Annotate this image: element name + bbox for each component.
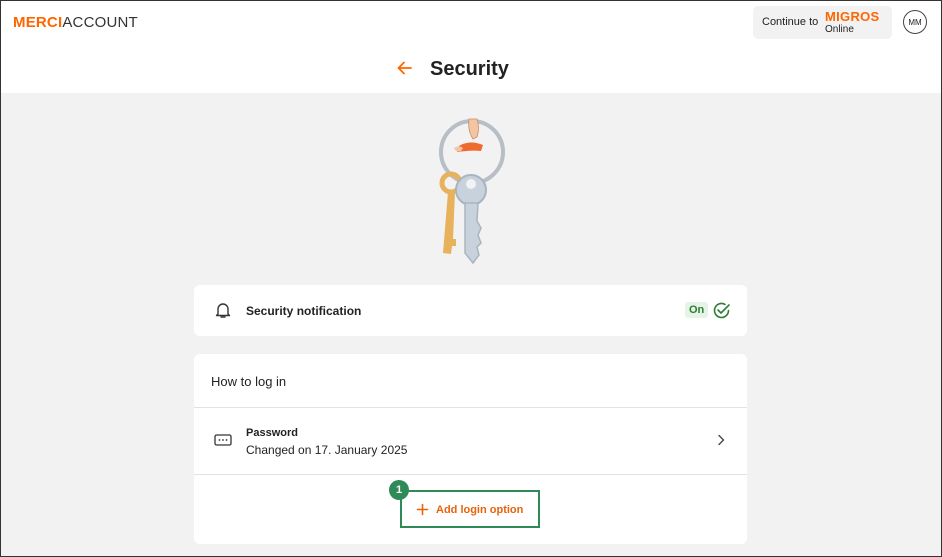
avatar[interactable]: MM — [903, 10, 927, 34]
status-badge: On — [685, 302, 709, 318]
add-login-option-label: Add login option — [436, 504, 524, 516]
chevron-right-icon — [718, 434, 725, 446]
password-label: Password — [246, 427, 298, 439]
top-bar: MERCIACCOUNT Continue to MIGROS Online M… — [1, 1, 941, 93]
check-circle-icon — [713, 302, 730, 319]
migros-logo: MIGROS — [825, 9, 880, 24]
password-field-icon — [214, 434, 232, 446]
continue-to-migros-button[interactable]: Continue to MIGROS Online — [753, 6, 892, 39]
divider — [194, 474, 747, 475]
migros-online-label: Online — [825, 24, 854, 35]
security-notification-label: Security notification — [246, 304, 362, 318]
add-login-option-button[interactable]: Add login option — [400, 490, 540, 528]
logo-primary: MERCI — [13, 14, 63, 31]
arrow-left-icon[interactable] — [396, 59, 414, 77]
continue-label: Continue to — [762, 16, 819, 28]
merci-account-logo[interactable]: MERCIACCOUNT — [13, 14, 138, 31]
password-changed-date: Changed on 17. January 2025 — [246, 443, 408, 457]
app-frame: MERCIACCOUNT Continue to MIGROS Online M… — [0, 0, 942, 557]
keys-illustration — [439, 118, 505, 265]
password-row[interactable]: Password Changed on 17. January 2025 — [194, 408, 747, 474]
logo-secondary: ACCOUNT — [62, 14, 138, 31]
bell-icon — [215, 303, 231, 318]
login-methods-card: How to log in Password Changed on 17. Ja… — [194, 354, 747, 544]
page-title: Security — [430, 58, 509, 80]
security-notification-card[interactable]: Security notification On — [194, 285, 747, 336]
login-card-title: How to log in — [211, 374, 287, 389]
step-marker-badge: 1 — [389, 480, 409, 500]
plus-icon — [416, 503, 429, 516]
